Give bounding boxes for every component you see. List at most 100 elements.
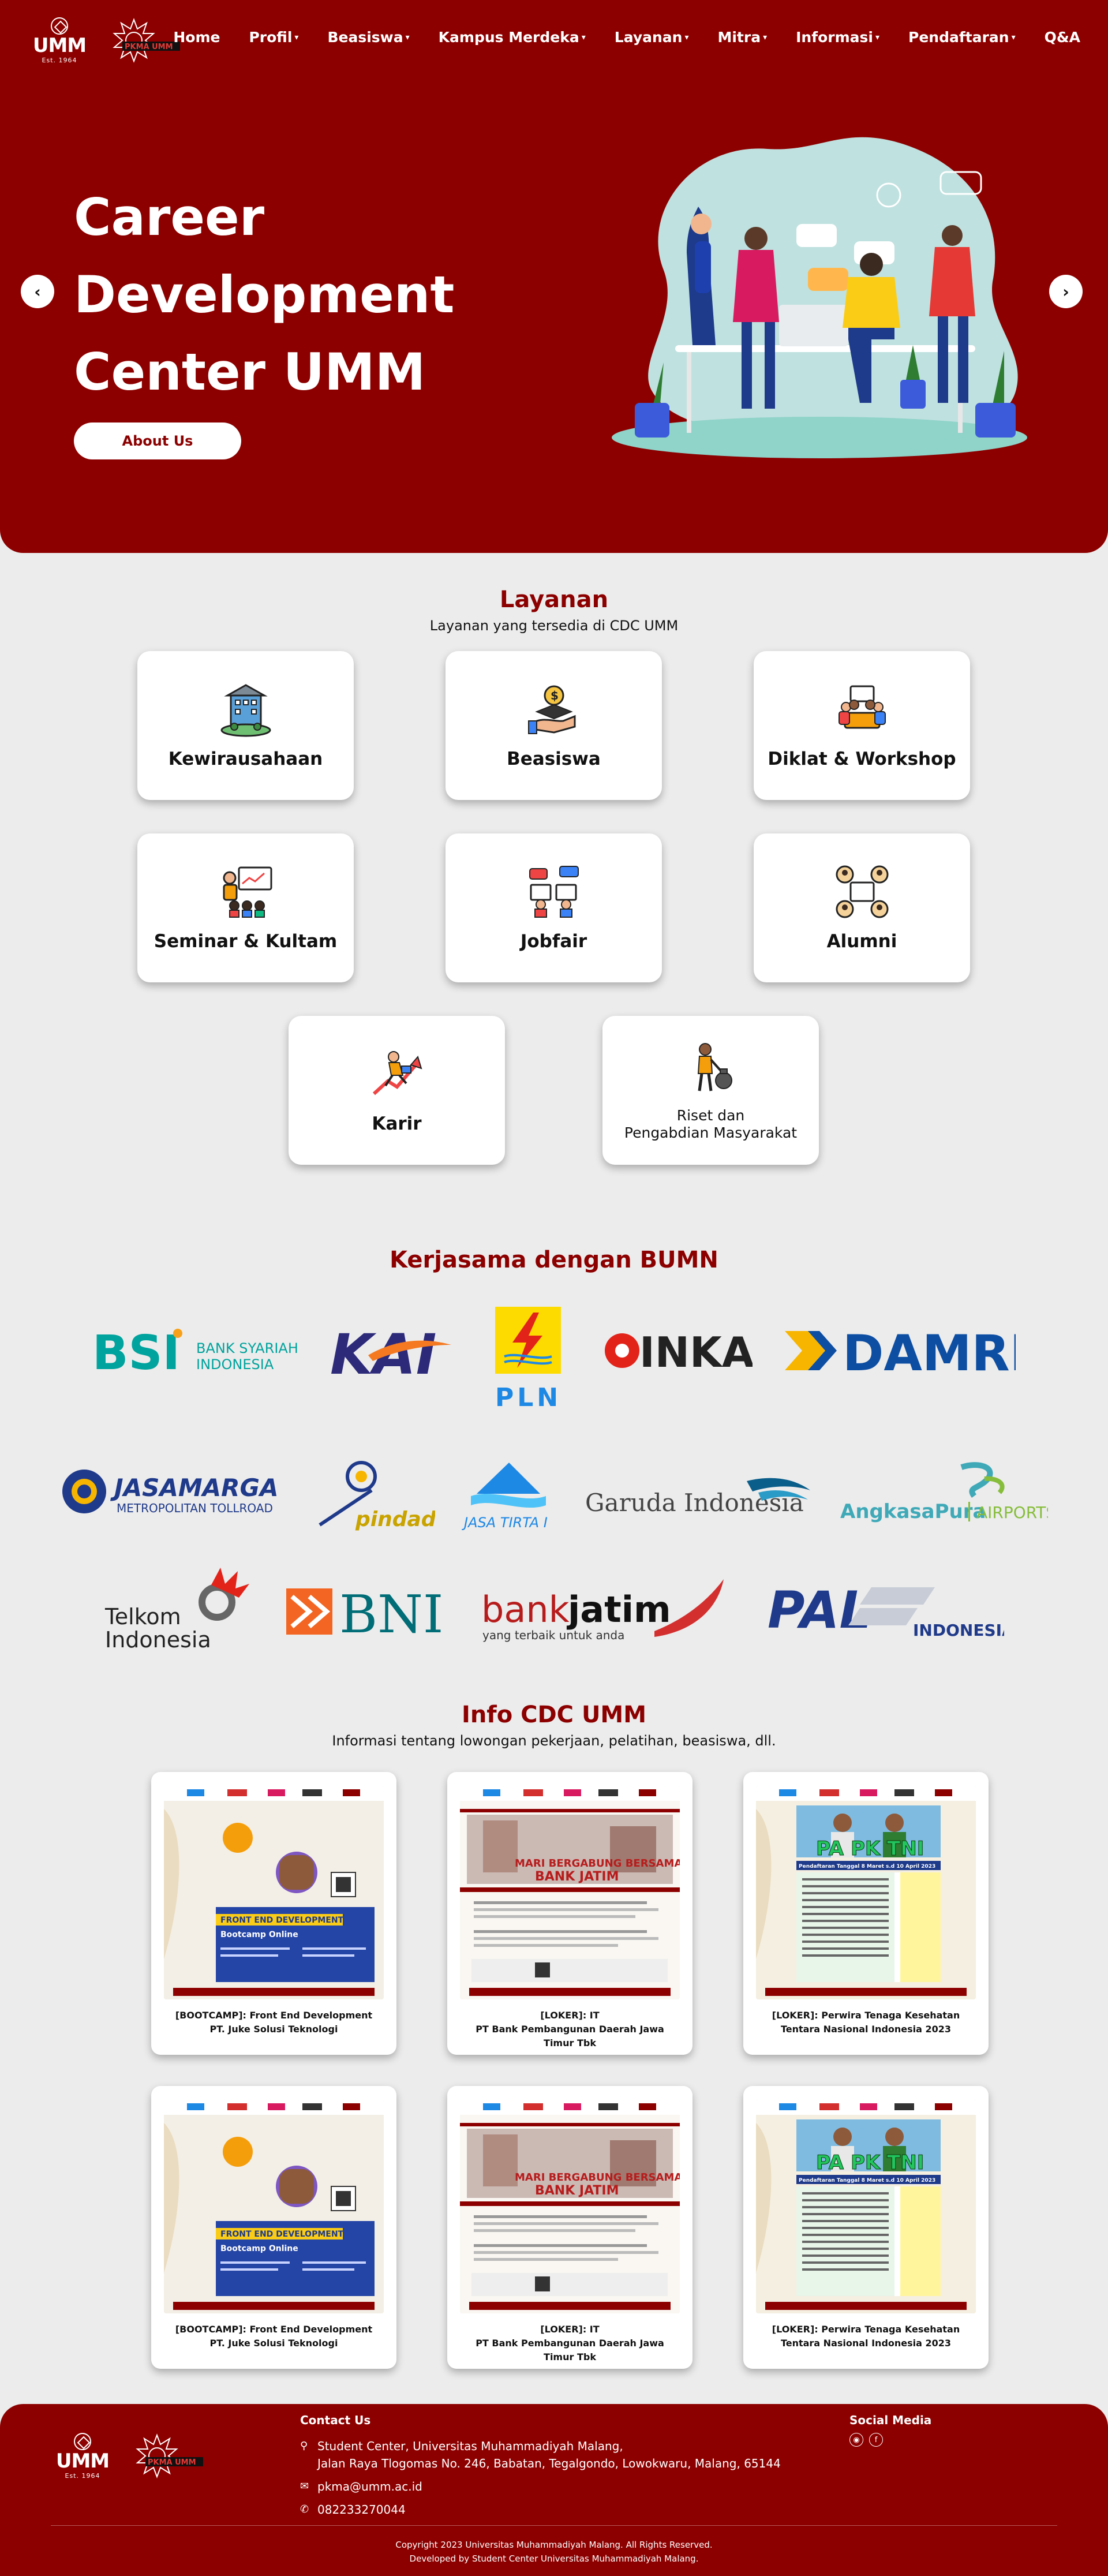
jasamarga-logo[interactable]: JASAMARGA METROPOLITAN TOLLROAD [61, 1466, 280, 1518]
bank-jatim-logo-bank: bank [481, 1588, 570, 1631]
nav-item-layanan[interactable]: Layanan ▾ [615, 29, 689, 46]
bank-jatim-poster: MARI BERGABUNG BERSAMABANK JATIM [460, 2100, 680, 2313]
info-card[interactable]: FRONT END DEVELOPMENT Bootcamp Online [BOO… [151, 1772, 396, 2055]
telkom-logo-line2: Indonesia [105, 1627, 211, 1652]
nav-item-kampus-merdeka[interactable]: Kampus Merdeka ▾ [439, 29, 586, 46]
footer-umm-logo[interactable]: UMM Est. 1964 [51, 2432, 114, 2480]
pindad-logo-text: pindad [355, 1508, 435, 1531]
info-caption-line1: [BOOTCAMP]: Front End Development [175, 2010, 373, 2021]
info-poster-image[interactable]: MARI BERGABUNG BERSAMA BANK JATIM [460, 1786, 680, 1999]
info-subtitle: Informasi tentang lowongan pekerjaan, pe… [332, 1733, 776, 1749]
jasa-tirta-logo[interactable]: JASA TIRTA I [459, 1459, 557, 1534]
service-card-jobfair[interactable]: Jobfair [446, 833, 662, 982]
career-growth-icon [372, 1051, 422, 1096]
service-card-karir[interactable]: Karir [289, 1016, 505, 1165]
poster-subtitle: Pendaftaran Tanggal 8 Maret s.d 10 April… [799, 1864, 935, 1870]
service-card-diklat-workshop[interactable]: Diklat & Workshop [754, 651, 970, 800]
info-card[interactable]: MARI BERGABUNG BERSAMA BANK JATIM [LOKER]:… [447, 1772, 692, 2055]
damri-logo[interactable]: DAMRI [785, 1325, 1016, 1377]
poster-title: PA PK TNI [816, 1837, 924, 1860]
service-label-line2: Pengabdian Masyarakat [624, 1124, 798, 1141]
pln-logo[interactable]: PLN [493, 1307, 563, 1408]
info-card[interactable]: PA PK TNI Pendaftaran Tanggal 8 Maret s.d… [743, 2086, 989, 2369]
info-caption[interactable]: [LOKER]: IT PT Bank Pembangunan Daerah Ja… [460, 2323, 680, 2364]
footer-pkma-logo[interactable]: PKMA UMM [132, 2432, 218, 2480]
info-caption-line2: Tentara Nasional Indonesia 2023 [780, 2024, 952, 2035]
email-text[interactable]: pkma@umm.ac.id [317, 2478, 422, 2495]
info-caption[interactable]: [LOKER]: Perwira Tenaga Kesehatan Tentara… [756, 2009, 976, 2036]
info-caption-line1: [LOKER]: IT [540, 2010, 600, 2021]
carousel-next-button[interactable]: › [1049, 275, 1083, 308]
service-label: Alumni [826, 931, 897, 952]
bsi-logo-sub2: INDONESIA [196, 1356, 274, 1373]
email-row[interactable]: ✉ pkma@umm.ac.id [300, 2478, 781, 2495]
nav-item-profil[interactable]: Profil ▾ [249, 29, 298, 46]
info-caption-line1: [LOKER]: IT [540, 2324, 600, 2335]
copyright-text: Copyright 2023 Universitas Muhammadiyah … [395, 2540, 713, 2550]
business-building-icon [220, 684, 271, 737]
service-card-beasiswa[interactable]: $ Beasiswa [446, 651, 662, 800]
footer: UMM Est. 1964 PKMA UMM Contact Us ⚲ Stud… [0, 2404, 1108, 2576]
service-card-seminar-kultam[interactable]: Seminar & Kultam [137, 833, 354, 982]
info-section: Info CDC UMM Informasi tentang lowongan … [0, 1702, 1108, 2384]
info-card[interactable]: PA PK TNI Pendaftaran Tanggal 8 Maret s.d… [743, 1772, 989, 2055]
instagram-icon[interactable]: ◉ [849, 2433, 863, 2447]
carousel-prev-button[interactable]: ‹ [21, 275, 54, 308]
info-caption-line2: Tentara Nasional Indonesia 2023 [780, 2338, 952, 2349]
nav-item-pendaftaran[interactable]: Pendaftaran ▾ [908, 29, 1016, 46]
poster-subtitle: Bootcamp Online [220, 1930, 298, 1939]
nav-item-label: Layanan [614, 29, 683, 46]
pindad-logo[interactable]: pindad [308, 1456, 435, 1536]
info-poster-image[interactable]: FRONT END DEVELOPMENT Bootcamp Online [164, 2100, 384, 2313]
info-poster-image[interactable]: PA PK TNI Pendaftaran Tanggal 8 Maret s.d… [756, 1786, 976, 1999]
phone-text[interactable]: 082233270044 [317, 2501, 406, 2518]
info-caption[interactable]: [BOOTCAMP]: Front End Development PT. Juk… [164, 2009, 384, 2036]
bni-logo[interactable]: BNI [286, 1585, 443, 1637]
garuda-logo[interactable]: Garuda Indonesia [585, 1470, 816, 1521]
facebook-icon[interactable]: f [869, 2433, 883, 2447]
info-caption[interactable]: [LOKER]: Perwira Tenaga Kesehatan Tentara… [756, 2323, 976, 2350]
info-card[interactable]: MARI BERGABUNG BERSAMA BANK JATIM [LOKER]:… [447, 2086, 692, 2369]
info-caption[interactable]: [BOOTCAMP]: Front End Development PT. Juk… [164, 2323, 384, 2350]
mail-icon: ✉ [300, 2480, 309, 2492]
poster-title: MARI BERGABUNG BERSAMA [515, 1857, 680, 1870]
poster-subtitle: Bootcamp Online [220, 2244, 298, 2253]
nav-item-home[interactable]: Home [173, 29, 220, 46]
service-label: Beasiswa [507, 749, 601, 770]
umm-logo[interactable]: UMM Est. 1964 [28, 16, 91, 65]
service-card-alumni[interactable]: Alumni [754, 833, 970, 982]
nav-item-mitra[interactable]: Mitra ▾ [717, 29, 767, 46]
nav-item-beasiswa[interactable]: Beasiswa ▾ [327, 29, 409, 46]
jasamarga-logo-sub: METROPOLITAN TOLLROAD [117, 1501, 273, 1515]
info-poster-image[interactable]: FRONT END DEVELOPMENT Bootcamp Online [164, 1786, 384, 1999]
info-card[interactable]: FRONT END DEVELOPMENT Bootcamp Online [BOO… [151, 2086, 396, 2369]
telkom-logo[interactable]: Telkom Indonesia [102, 1568, 252, 1654]
nav-item-informasi[interactable]: Informasi ▾ [796, 29, 879, 46]
kai-logo[interactable]: KAI [330, 1319, 455, 1383]
service-card-riset-pengabdian[interactable]: Riset dan Pengabdian Masyarakat [602, 1016, 819, 1165]
pln-logo-text: PLN [495, 1383, 562, 1408]
address-line2: Jalan Raya Tlogomas No. 246, Babatan, Te… [317, 2457, 781, 2470]
about-us-button[interactable]: About Us [74, 423, 241, 459]
nav-item-label: Mitra [717, 29, 761, 46]
info-caption-line1: [LOKER]: Perwira Tenaga Kesehatan [772, 2010, 960, 2021]
bsi-logo[interactable]: BSI BANK SYARIAH INDONESIA [92, 1319, 300, 1383]
umm-logo-text: UMM [32, 33, 87, 57]
pal-logo[interactable]: PAL INDONESIA [768, 1582, 1004, 1639]
chevron-down-icon: ▾ [294, 32, 299, 42]
layanan-section: Layanan Layanan yang tersedia di CDC UMM… [0, 586, 1108, 1171]
bank-jatim-logo[interactable]: bank jatim yang terbaik untuk anda [481, 1573, 729, 1648]
info-poster-image[interactable]: PA PK TNI Pendaftaran Tanggal 8 Maret s.d… [756, 2100, 976, 2313]
phone-row[interactable]: ✆ 082233270044 [300, 2501, 781, 2518]
info-poster-image[interactable]: MARI BERGABUNG BERSAMA BANK JATIM [460, 2100, 680, 2313]
info-caption[interactable]: [LOKER]: IT PT Bank Pembangunan Daerah Ja… [460, 2009, 680, 2050]
info-grid: FRONT END DEVELOPMENT Bootcamp Online [BOO… [0, 1749, 1108, 2384]
inka-logo[interactable]: INKA [602, 1325, 753, 1377]
layanan-subtitle: Layanan yang tersedia di CDC UMM [429, 618, 679, 634]
angkasa-pura-logo-text: AngkasaPura [840, 1500, 986, 1523]
service-card-kewirausahaan[interactable]: Kewirausahaan [137, 651, 354, 800]
angkasa-pura-logo[interactable]: AngkasaPura AIRPORTS [840, 1461, 1048, 1525]
address-line1: Student Center, Universitas Muhammadiyah… [317, 2439, 623, 2453]
chevron-down-icon: ▾ [875, 32, 880, 42]
nav-item-q-a[interactable]: Q&A [1045, 29, 1080, 46]
